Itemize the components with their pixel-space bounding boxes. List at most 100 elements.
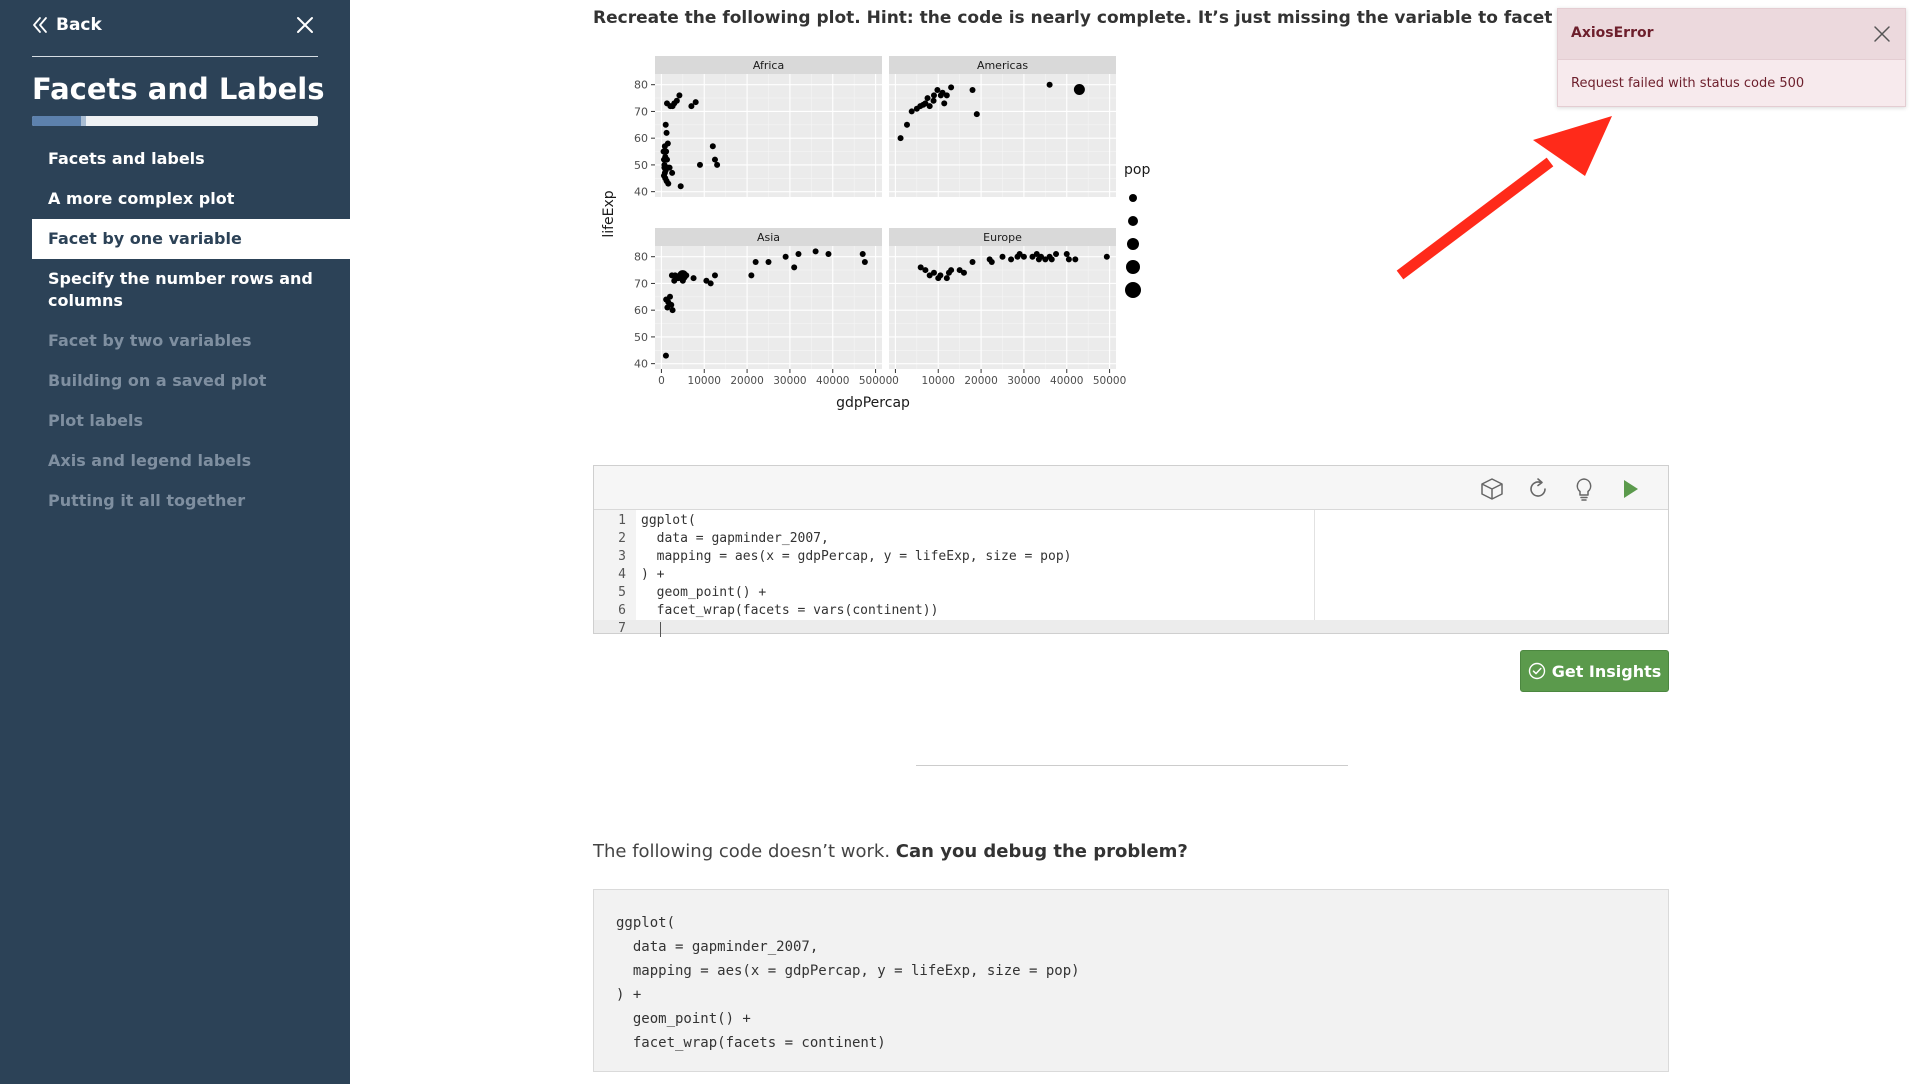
- line-number: 1: [618, 513, 626, 528]
- line-number: 6: [618, 603, 626, 618]
- data-point: [948, 267, 955, 274]
- data-point: [707, 280, 714, 287]
- debug-question: Can you debug the problem?: [895, 841, 1188, 862]
- code-line[interactable]: 5 geom_point() +: [594, 584, 1668, 602]
- data-point: [679, 277, 686, 284]
- sidebar: Back Facets and Labels Facets and labels…: [0, 0, 350, 1084]
- code-line[interactable]: 2 data = gapminder_2007,: [594, 530, 1668, 548]
- code-line[interactable]: 4) +: [594, 566, 1668, 584]
- x-tick-label: 20000: [730, 375, 763, 387]
- nav-item-putting-it-all-together[interactable]: Putting it all together: [32, 481, 350, 521]
- toast-title: AxiosError: [1571, 25, 1654, 41]
- get-insights-label: Get Insights: [1551, 661, 1662, 681]
- data-point: [922, 267, 929, 274]
- data-point: [812, 248, 819, 255]
- code-line[interactable]: 1 ggplot(: [594, 512, 1668, 530]
- sidebar-top: Back: [32, 10, 318, 46]
- code-editor[interactable]: 1 ggplot( 2 data = gapminder_2007, 3 mapp…: [593, 465, 1669, 637]
- nav-item-facet-by-one-variable[interactable]: Facet by one variable: [32, 219, 350, 259]
- y-tick-label: 40: [634, 186, 648, 199]
- data-point: [665, 180, 672, 187]
- back-label: Back: [56, 15, 102, 35]
- line-number: 7: [618, 621, 626, 636]
- data-point: [943, 275, 950, 282]
- legend-title: pop: [1124, 162, 1150, 178]
- close-icon[interactable]: [292, 12, 318, 38]
- x-tick-label: 0: [892, 375, 899, 387]
- nav-item-building-on-saved-plot[interactable]: Building on a saved plot: [32, 361, 350, 401]
- data-point: [903, 121, 910, 128]
- y-tick-label: 60: [634, 304, 648, 317]
- nav-item-specify-rows-columns[interactable]: Specify the number rows and columns: [32, 259, 350, 321]
- data-point: [676, 92, 683, 99]
- run-code-button[interactable]: [1616, 475, 1644, 503]
- code-text: data = gapminder_2007,: [641, 531, 829, 546]
- nav-item-plot-labels[interactable]: Plot labels: [32, 401, 350, 441]
- data-point: [859, 251, 866, 258]
- back-button[interactable]: Back: [32, 10, 102, 40]
- data-point: [662, 121, 669, 128]
- facet-plot-svg: Africa 40 50 60 70 80 Americas Asia 40 50 60 70 80 0 1…: [601, 56, 1207, 411]
- toast-message: Request failed with status code 500: [1571, 76, 1805, 91]
- code-line[interactable]: 6 facet_wrap(facets = vars(continent)): [594, 602, 1668, 620]
- data-point: [1103, 253, 1110, 260]
- data-point: [1046, 81, 1053, 88]
- data-point: [791, 264, 798, 271]
- data-point: [930, 97, 937, 104]
- data-point: [897, 135, 904, 142]
- data-point: [664, 304, 671, 311]
- data-point: [825, 251, 832, 258]
- data-point: [1073, 84, 1085, 96]
- nav-item-axis-and-legend-labels[interactable]: Axis and legend labels: [32, 441, 350, 481]
- data-point: [692, 99, 699, 106]
- y-tick-label: 50: [634, 159, 648, 172]
- data-point: [969, 259, 976, 266]
- nav-item-facets-and-labels[interactable]: Facets and labels: [32, 139, 350, 179]
- data-point: [660, 156, 667, 163]
- code-line-current[interactable]: 7: [594, 620, 1668, 637]
- data-point: [926, 103, 933, 110]
- facet-label: Europe: [983, 231, 1022, 244]
- x-tick-label: 40000: [816, 375, 849, 387]
- data-point: [711, 272, 718, 279]
- app-root: Back Facets and Labels Facets and labels…: [0, 0, 1912, 1084]
- data-point: [752, 259, 759, 266]
- data-point: [924, 95, 931, 102]
- data-point: [861, 259, 868, 266]
- y-tick-label: 80: [634, 251, 648, 264]
- line-number: 5: [618, 585, 626, 600]
- y-tick-label: 70: [634, 105, 648, 118]
- code-text: ) +: [641, 567, 665, 582]
- chevron-double-left-icon: [33, 17, 47, 33]
- data-point: [666, 164, 673, 171]
- sidebar-title: Facets and Labels: [32, 72, 325, 106]
- data-point: [969, 87, 976, 94]
- annotation-arrow: [1396, 116, 1612, 280]
- legend-key: [1129, 194, 1137, 202]
- data-point: [1063, 251, 1070, 258]
- close-icon[interactable]: [1871, 23, 1893, 45]
- data-point: [765, 259, 772, 266]
- start-over-button[interactable]: [1478, 475, 1506, 503]
- code-area[interactable]: 1 ggplot( 2 data = gapminder_2007, 3 mapp…: [594, 510, 1668, 637]
- cube-icon: [1481, 478, 1503, 500]
- line-number: 2: [618, 531, 626, 546]
- data-point: [960, 269, 967, 276]
- play-icon: [1624, 480, 1638, 498]
- x-tick-label: 30000: [773, 375, 806, 387]
- data-point: [782, 253, 789, 260]
- text-cursor: [660, 622, 661, 637]
- code-block-line: mapping = aes(x = gdpPercap, y = lifeExp…: [616, 963, 1080, 979]
- hint-button[interactable]: [1570, 475, 1598, 503]
- get-insights-button[interactable]: Get Insights: [1520, 650, 1669, 692]
- data-point: [1065, 256, 1072, 263]
- check-circle-icon: [1528, 662, 1545, 680]
- data-point: [696, 161, 703, 168]
- nav-item-facet-by-two-variables[interactable]: Facet by two variables: [32, 321, 350, 361]
- nav-item-a-more-complex-plot[interactable]: A more complex plot: [32, 179, 350, 219]
- code-line[interactable]: 3 mapping = aes(x = gdpPercap, y = lifeE…: [594, 548, 1668, 566]
- reset-button[interactable]: [1524, 475, 1552, 503]
- line-number: 3: [618, 549, 626, 564]
- data-point: [660, 148, 667, 155]
- data-point: [930, 92, 937, 99]
